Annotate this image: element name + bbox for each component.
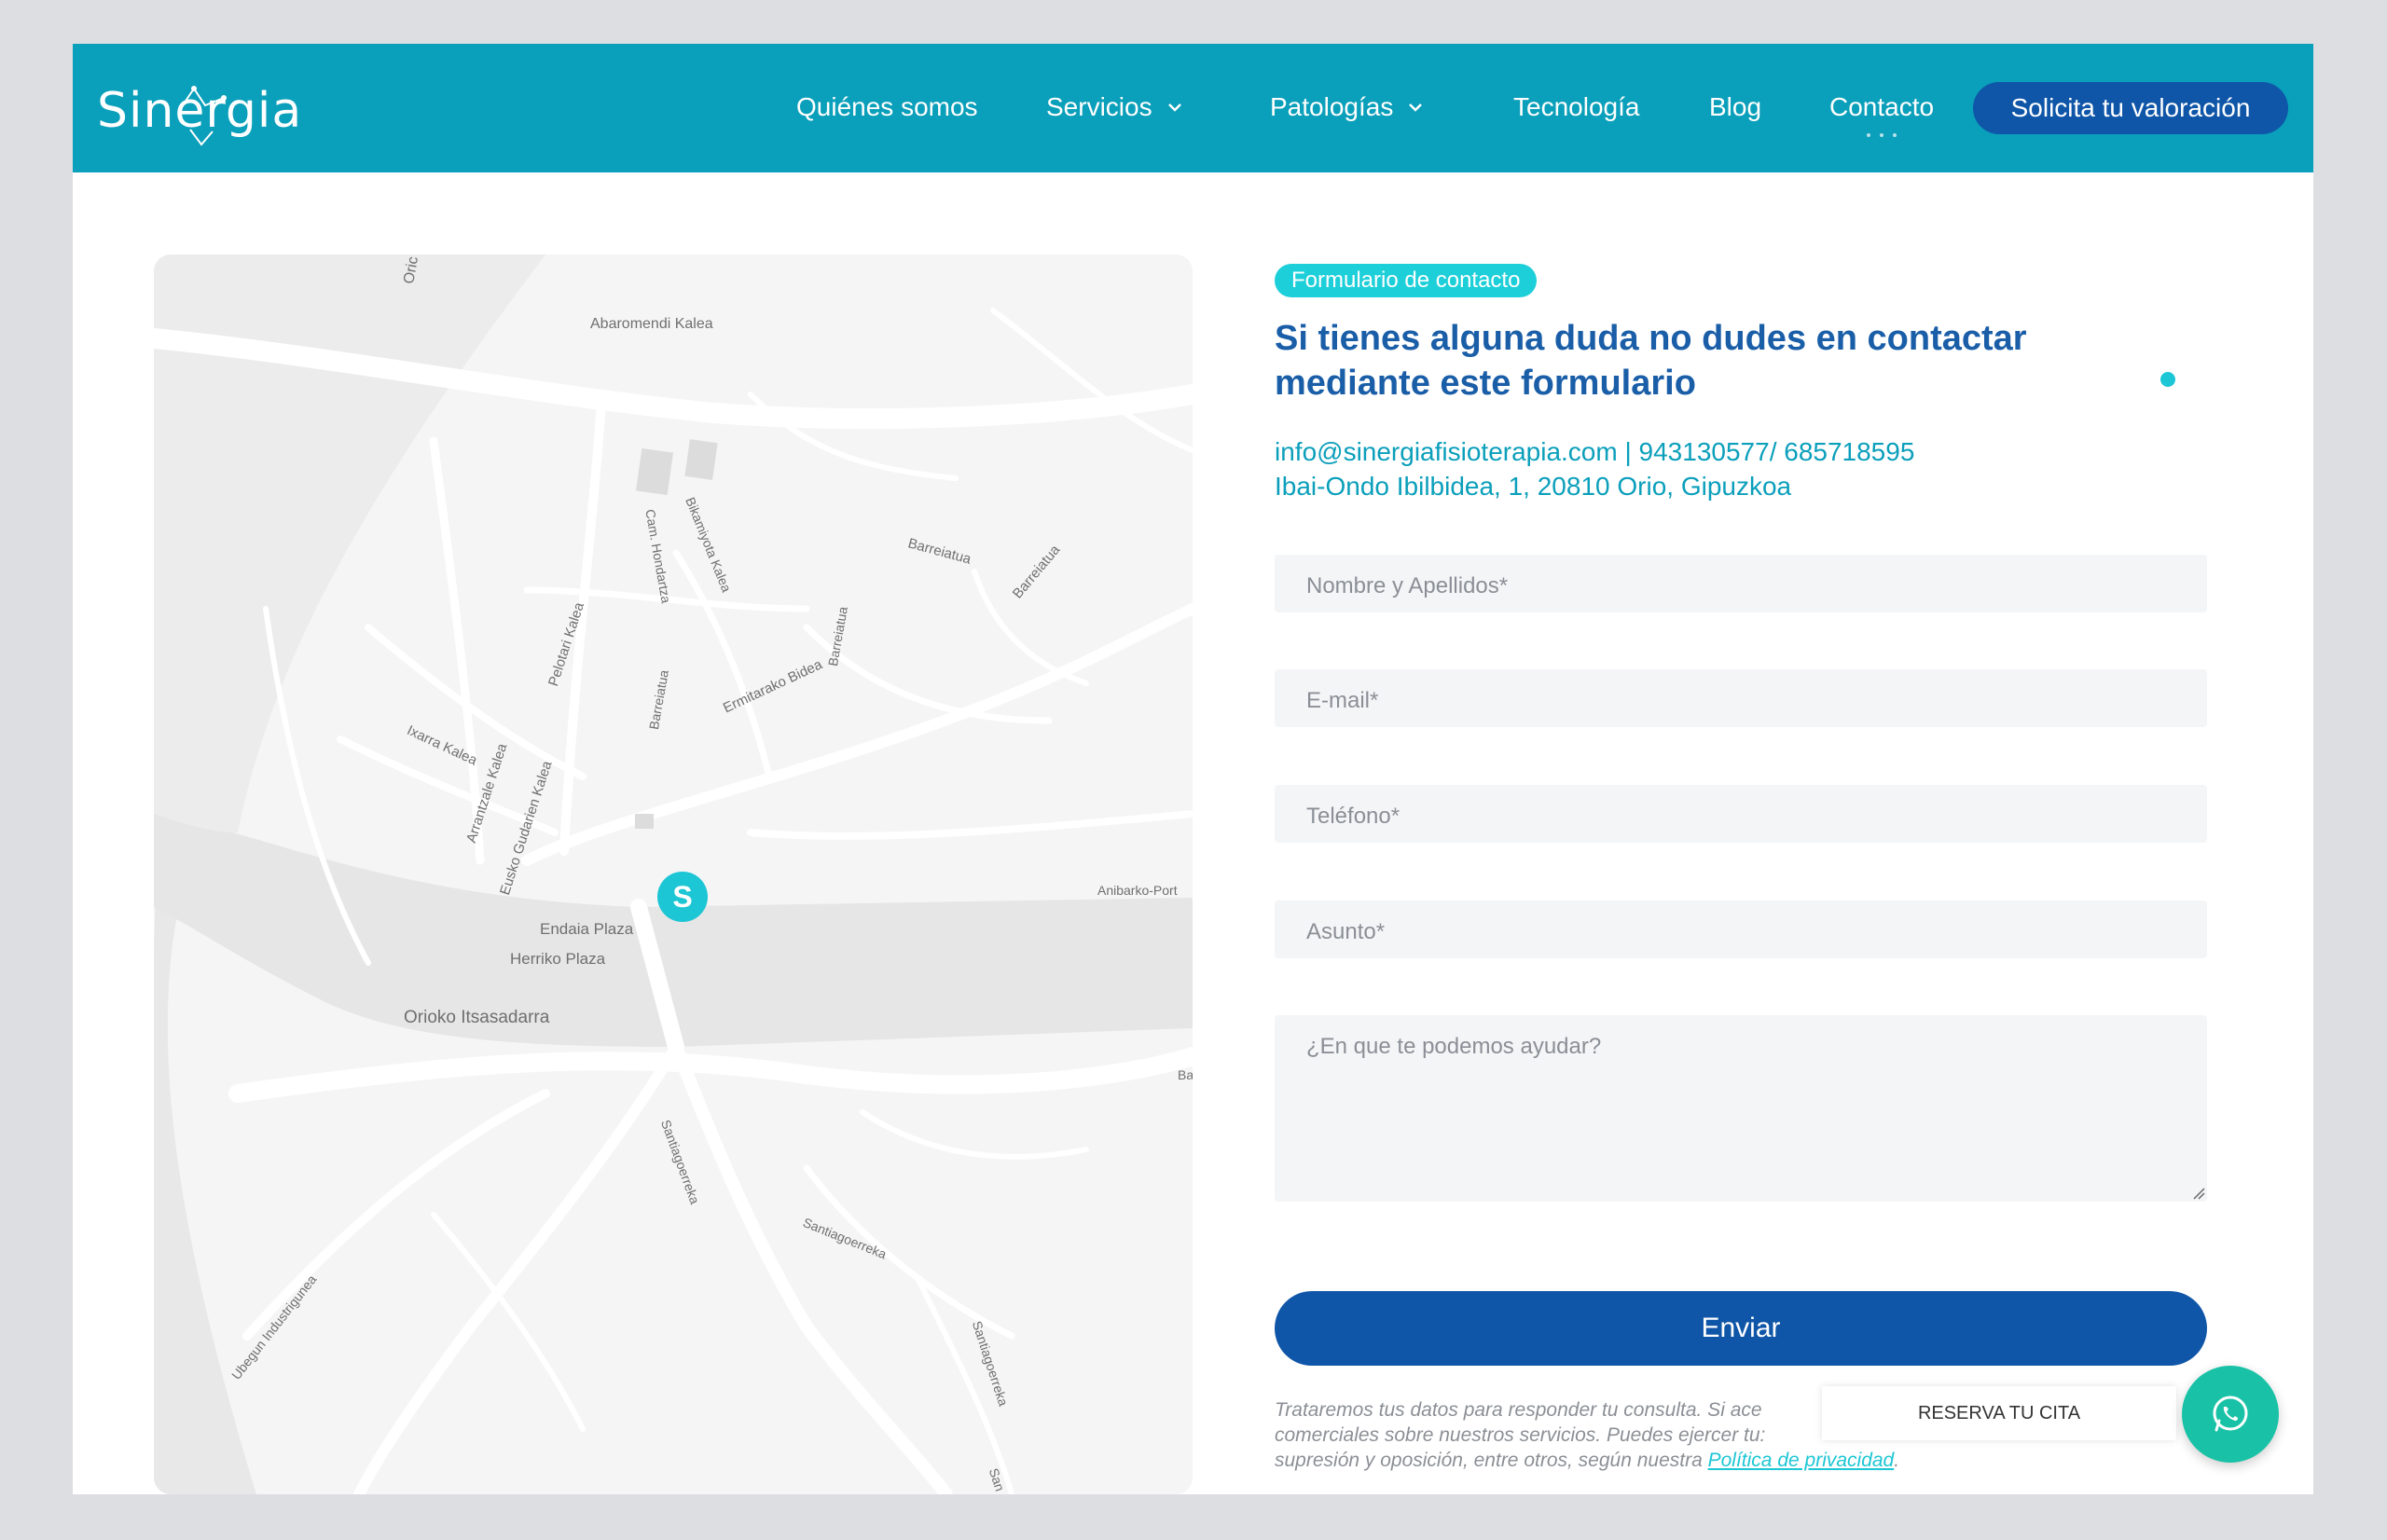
contact-email-phone[interactable]: info@sinergiafisioterapia.com | 94313057… xyxy=(1275,437,1914,467)
contact-address: Ibai-Ondo Ibilbidea, 1, 20810 Orio, Gipu… xyxy=(1275,472,1792,501)
email-input[interactable]: E-mail* xyxy=(1275,669,2207,727)
nav-label: Quiénes somos xyxy=(796,92,978,121)
contact-form-section: Formulario de contacto Si tienes alguna … xyxy=(1275,44,2207,1494)
subject-input[interactable]: Asunto* xyxy=(1275,901,2207,958)
nav-item-quienes-somos[interactable]: Quiénes somos xyxy=(796,92,978,122)
chevron-down-icon xyxy=(1167,103,1181,112)
legal-period: . xyxy=(1894,1450,1900,1471)
form-badge: Formulario de contacto xyxy=(1275,264,1538,297)
form-title: Si tienes alguna duda no dudes en contac… xyxy=(1275,319,2027,403)
privacy-policy-link[interactable]: Política de privacidad xyxy=(1708,1450,1895,1471)
map-label: Orioko Itsasadarra xyxy=(404,1008,550,1027)
submit-button[interactable]: Enviar xyxy=(1275,1291,2207,1366)
whatsapp-icon xyxy=(2213,1396,2248,1432)
location-map[interactable]: Oric Abaromendi Kalea Cam. Hondartza Bik… xyxy=(154,254,1193,1494)
name-input[interactable]: Nombre y Apellidos* xyxy=(1275,555,2207,612)
decorative-dot xyxy=(2160,372,2175,387)
map-label: Herriko Plaza xyxy=(510,950,606,968)
nav-item-servicios[interactable]: Servicios xyxy=(1046,92,1184,122)
resize-handle-icon[interactable] xyxy=(2192,1187,2205,1200)
map-label: Ba xyxy=(1178,1067,1193,1082)
legal-line: supresión y oposición, entre otros, segú… xyxy=(1275,1448,2207,1473)
message-placeholder: ¿En que te podemos ayudar? xyxy=(1306,1034,1602,1059)
map-label: Abaromendi Kalea xyxy=(590,316,713,332)
page-frame: Sinergia Quiénes somos Servicios Patolog… xyxy=(73,44,2313,1494)
nav-label: Servicios xyxy=(1046,92,1152,121)
phone-input[interactable]: Teléfono* xyxy=(1275,785,2207,843)
map-label: Anibarko-Port xyxy=(1097,883,1178,898)
whatsapp-button[interactable] xyxy=(2182,1366,2279,1463)
map-label: Endaia Plaza xyxy=(540,920,634,938)
message-textarea[interactable]: ¿En que te podemos ayudar? xyxy=(1275,1015,2207,1202)
location-pin[interactable]: S xyxy=(657,872,708,922)
legal-line-text: supresión y oposición, entre otros, segú… xyxy=(1275,1450,1703,1471)
reserva-cita-button[interactable]: RESERVA TU CITA xyxy=(1822,1386,2176,1440)
